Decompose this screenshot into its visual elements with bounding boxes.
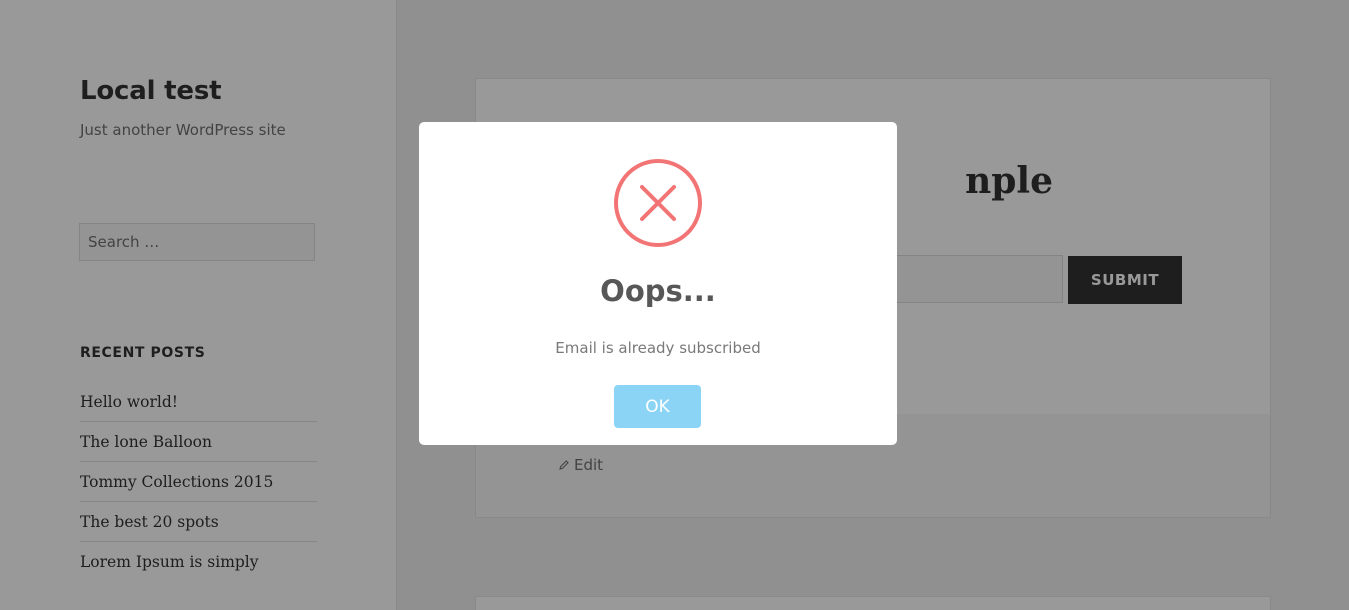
- alert-modal: Oops... Email is already subscribed OK: [419, 122, 897, 445]
- ok-button[interactable]: OK: [614, 385, 701, 428]
- modal-message: Email is already subscribed: [555, 339, 761, 357]
- modal-title: Oops...: [600, 274, 716, 308]
- error-x-icon: [614, 159, 702, 247]
